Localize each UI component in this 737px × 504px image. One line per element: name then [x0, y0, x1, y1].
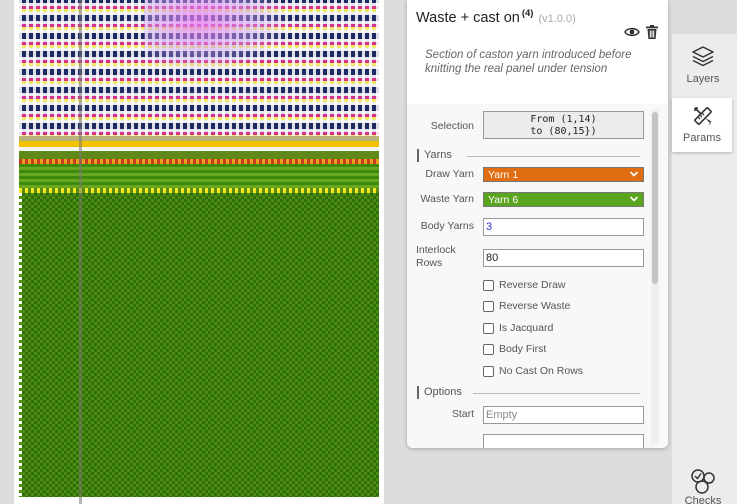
- draw-yarn-label: Draw Yarn: [425, 168, 474, 180]
- eye-icon[interactable]: [624, 24, 640, 40]
- waste-yarn-label: Waste Yarn: [420, 193, 475, 205]
- next-param-input[interactable]: [483, 434, 644, 448]
- interlock-rows-input[interactable]: [483, 249, 644, 267]
- section-rule: [473, 393, 640, 394]
- interlock-rows-label: Interlock Rows: [416, 244, 456, 269]
- checks-tool-button[interactable]: Checks: [672, 462, 734, 504]
- panel-description: Section of caston yarn introduced before…: [425, 49, 632, 75]
- params-scroll-thumb[interactable]: [652, 112, 658, 284]
- checkbox-box[interactable]: [483, 323, 494, 334]
- olive-rows: [19, 151, 379, 159]
- layers-icon: [692, 46, 714, 67]
- panel-title-text: Waste + cast on: [416, 9, 520, 26]
- selection-line-2: to (80,15}): [530, 126, 597, 137]
- layers-tool-button[interactable]: Layers: [672, 34, 734, 90]
- yarns-section-label: Yarns: [424, 149, 452, 161]
- section-bar: [417, 149, 419, 162]
- section-bar: [417, 386, 419, 399]
- options-section-label: Options: [424, 386, 462, 398]
- waste-yarn-value: Yarn 6: [488, 194, 519, 206]
- no-cast-on-rows-label: No Cast On Rows: [499, 365, 584, 377]
- layers-tool-label: Layers: [686, 73, 720, 85]
- params-form: Selection From (1,14) to (80,15}) Yarns …: [407, 104, 668, 448]
- panel-header: Waste + cast on (4) (v1.0.0): [407, 0, 668, 39]
- checkbox-box[interactable]: [483, 280, 494, 291]
- draw-yarn-select[interactable]: Yarn 1: [483, 167, 644, 182]
- column-guide-line: [79, 0, 82, 504]
- params-tool-label: Params: [683, 132, 721, 144]
- checks-tool-label: Checks: [684, 495, 722, 504]
- reverse-draw-label: Reverse Draw: [499, 279, 566, 291]
- selection-label: Selection: [430, 120, 474, 132]
- waste-yarn-select[interactable]: Yarn 6: [483, 192, 644, 207]
- knit-pattern-canvas[interactable]: [14, 0, 384, 504]
- params-icon: [694, 107, 712, 125]
- body-yarns-input[interactable]: [483, 218, 644, 236]
- selection-line-1: From (1,14): [530, 114, 597, 125]
- checks-icon: [691, 469, 715, 494]
- checkbox-box[interactable]: [483, 344, 494, 355]
- yarns-section-header: Yarns: [417, 149, 642, 163]
- program-params-panel: Waste + cast on (4) (v1.0.0) Section of ca…: [407, 0, 668, 448]
- is-jacquard-label: Is Jacquard: [499, 322, 554, 334]
- start-label: Start: [451, 408, 474, 420]
- chevron-down-icon: [629, 171, 639, 177]
- jacquard-highlight: [144, 0, 284, 70]
- params-tool-button[interactable]: Params: [672, 98, 732, 152]
- checkbox-box[interactable]: [483, 301, 494, 312]
- trash-icon[interactable]: [644, 24, 660, 40]
- body-first-label: Body First: [499, 343, 547, 355]
- checkbox-box[interactable]: [483, 366, 494, 377]
- body-yarns-label: Body Yarns: [420, 220, 474, 232]
- green-rows: [19, 164, 379, 188]
- panel-version: (v1.0.0): [538, 12, 576, 25]
- options-section-header: Options: [417, 386, 642, 400]
- selection-box[interactable]: From (1,14) to (80,15}): [483, 111, 644, 139]
- start-input[interactable]: [483, 406, 644, 424]
- reverse-waste-label: Reverse Waste: [499, 300, 571, 312]
- panel-title: Waste + cast on (4) (v1.0.0): [416, 8, 576, 26]
- panel-title-count: (4): [521, 8, 534, 19]
- section-rule: [467, 156, 640, 157]
- waste-checker-area: [19, 193, 379, 497]
- left-edge-stitches: [19, 193, 22, 497]
- chevron-down-icon: [629, 196, 639, 202]
- right-toolbar: Layers Params Checks: [672, 34, 737, 504]
- draw-yarn-value: Yarn 1: [488, 169, 519, 181]
